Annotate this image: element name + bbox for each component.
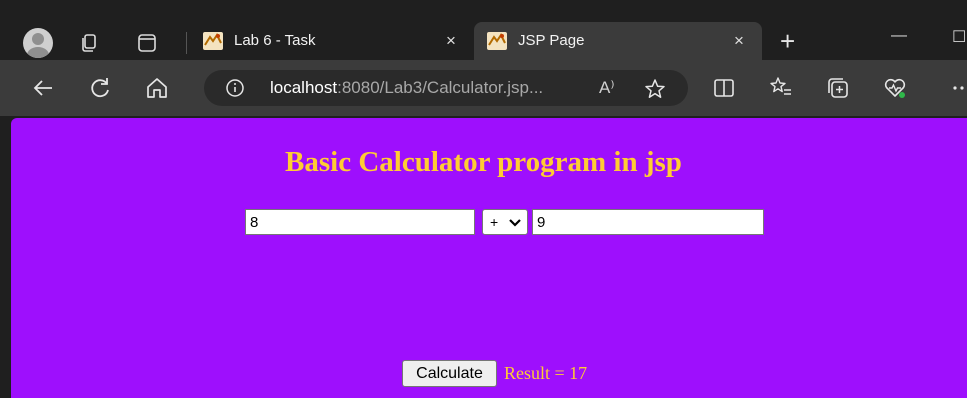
result-text: Result = 17 xyxy=(504,363,588,383)
collections-icon[interactable] xyxy=(825,75,851,101)
jsp-favicon-icon xyxy=(203,32,223,50)
url-path: :8080/Lab3/Calculator.jsp... xyxy=(337,78,544,97)
first-number-input[interactable] xyxy=(245,209,475,235)
home-icon[interactable] xyxy=(144,75,170,101)
tab-strip-divider xyxy=(186,32,187,54)
jsp-favicon-icon xyxy=(487,32,507,50)
profile-avatar-icon[interactable] xyxy=(23,28,53,58)
url-text[interactable]: localhost:8080/Lab3/Calculator.jsp... xyxy=(270,78,543,98)
operator-select[interactable]: + xyxy=(482,209,528,235)
chevron-down-icon xyxy=(509,219,521,227)
tab-lab6-task[interactable]: Lab 6 - Task × xyxy=(190,22,472,60)
site-info-icon[interactable] xyxy=(226,79,244,97)
favorites-icon[interactable] xyxy=(768,75,794,101)
browser-essentials-icon[interactable] xyxy=(882,75,908,101)
close-tab-icon[interactable]: × xyxy=(734,31,744,51)
second-number-input[interactable] xyxy=(532,209,764,235)
calculate-button[interactable]: Calculate xyxy=(402,360,497,387)
more-options-icon[interactable] xyxy=(950,75,967,101)
close-tab-icon[interactable]: × xyxy=(446,31,456,51)
refresh-icon[interactable] xyxy=(87,75,113,101)
tab-jsp-page[interactable]: JSP Page × xyxy=(474,22,762,60)
minimize-button[interactable]: — xyxy=(891,27,907,45)
workspaces-icon[interactable] xyxy=(78,32,100,54)
page-content: Basic Calculator program in jsp + Calcul… xyxy=(11,118,967,398)
vertical-tabs-icon[interactable] xyxy=(136,32,158,54)
favorite-star-icon[interactable] xyxy=(644,78,666,100)
avatar-head xyxy=(32,33,44,45)
tab-title: JSP Page xyxy=(518,32,585,49)
url-host: localhost xyxy=(270,78,338,97)
back-arrow-icon[interactable] xyxy=(30,75,56,101)
operator-value: + xyxy=(490,214,499,230)
address-bar[interactable]: localhost:8080/Lab3/Calculator.jsp... A⁾ xyxy=(204,70,688,106)
avatar-shoulders xyxy=(27,47,49,58)
new-tab-button[interactable]: + xyxy=(780,26,795,56)
page-title: Basic Calculator program in jsp xyxy=(285,146,682,178)
browser-toolbar: localhost:8080/Lab3/Calculator.jsp... A⁾ xyxy=(0,60,967,116)
read-aloud-icon[interactable]: A⁾ xyxy=(599,78,615,98)
maximize-button[interactable]: ☐ xyxy=(952,27,966,47)
split-screen-icon[interactable] xyxy=(711,75,737,101)
tab-strip: Lab 6 - Task × JSP Page × + — ☐ xyxy=(0,0,967,60)
tab-title: Lab 6 - Task xyxy=(234,32,316,49)
